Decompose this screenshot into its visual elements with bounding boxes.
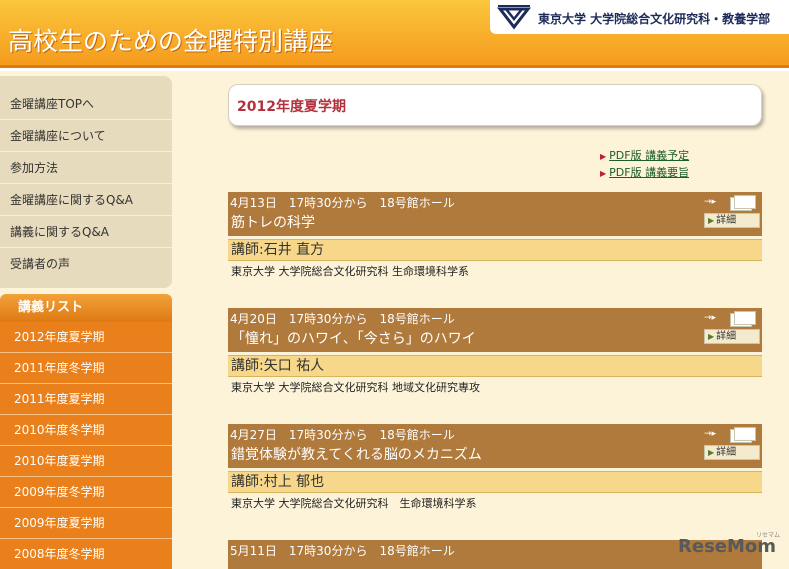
lecture-list: 講義リスト 2012年度夏学期 2011年度冬学期 2011年度夏学期 2010…	[0, 294, 172, 569]
site-header: 高校生のための金曜特別講座 東京大学 大学院総合文化研究科・教養学部	[0, 0, 789, 68]
watermark-subtext: リセマム	[756, 532, 781, 539]
lecture-list-item[interactable]: 2008年度冬学期	[0, 539, 172, 569]
sidebar-item-how-to-join[interactable]: 参加方法	[0, 152, 172, 184]
sidebar-item-top[interactable]: 金曜講座TOPへ	[0, 88, 172, 120]
lecture-instructor: 講師:矢口 祐人	[228, 355, 762, 377]
triangle-bullet-icon: ▶	[708, 448, 715, 457]
lecture-affiliation: 東京大学 大学院総合文化研究科 地域文化研究専攻	[231, 381, 480, 394]
lecture-list-item[interactable]: 2011年度夏学期	[0, 384, 172, 415]
documents-icon	[730, 195, 756, 211]
documents-icon	[730, 311, 756, 327]
lecture-title: 筋トレの科学	[231, 215, 315, 231]
lecture-affiliation: 東京大学 大学院総合文化研究科 生命環境科学系	[231, 265, 469, 278]
lecture-list-title: 講義リスト	[0, 294, 172, 322]
lecture-instructor: 講師:石井 直方	[228, 239, 762, 261]
triangle-bullet-icon: ▶	[600, 152, 607, 161]
pdf-schedule-link[interactable]: ▶ PDF版 講義予定	[600, 148, 689, 165]
detail-button[interactable]: →▸ ▶ 詳細	[704, 311, 760, 345]
detail-label: ▶ 詳細	[704, 213, 760, 228]
arrow-icon: →▸	[704, 197, 717, 207]
watermark-logo: ReseMom	[678, 536, 777, 557]
lecture-list-item[interactable]: 2010年度夏学期	[0, 446, 172, 477]
documents-icon	[730, 427, 756, 443]
main-content: 2012年度夏学期 ▶ PDF版 講義予定 ▶ PDF版 講義要旨 4月13日 17…	[228, 84, 762, 569]
triangle-bullet-icon: ▶	[708, 332, 715, 341]
detail-label: ▶ 詳細	[704, 329, 760, 344]
lecture-card: 4月27日 17時30分から 18号館ホール 錯覚体験が教えてくれる脳のメカニズ…	[228, 424, 762, 515]
term-heading-box: 2012年度夏学期	[228, 84, 762, 126]
lecture-list-item[interactable]: 2009年度冬学期	[0, 477, 172, 508]
lecture-affiliation: 東京大学 大学院総合文化研究科 生命環境科学系	[231, 497, 477, 510]
lecture-date: 4月13日 17時30分から 18号館ホール	[230, 196, 455, 210]
lecture-card: 4月13日 17時30分から 18号館ホール 筋トレの科学 →▸ ▶ 詳細 講師:…	[228, 192, 762, 283]
lecture-list-item[interactable]: 2011年度冬学期	[0, 353, 172, 384]
detail-button[interactable]: →▸ ▶ 詳細	[704, 195, 760, 229]
lecture-title: 錯覚体験が教えてくれる脳のメカニズム	[231, 447, 482, 463]
sidebar-item-about[interactable]: 金曜講座について	[0, 120, 172, 152]
lecture-header: 4月13日 17時30分から 18号館ホール 筋トレの科学 →▸ ▶ 詳細	[228, 192, 762, 236]
sidebar-item-faq-lecture[interactable]: 講義に関するQ&A	[0, 216, 172, 248]
arrow-icon: →▸	[704, 429, 717, 439]
term-title: 2012年度夏学期	[237, 99, 346, 115]
lecture-header: 4月27日 17時30分から 18号館ホール 錯覚体験が教えてくれる脳のメカニズ…	[228, 424, 762, 468]
pdf-summary-link[interactable]: ▶ PDF版 講義要旨	[600, 165, 689, 182]
university-logo-icon	[496, 5, 532, 30]
sidebar: 金曜講座TOPへ 金曜講座について 参加方法 金曜講座に関するQ&A 講義に関す…	[0, 76, 172, 569]
lecture-date: 5月11日 17時30分から 18号館ホール	[230, 544, 455, 558]
triangle-bullet-icon: ▶	[600, 169, 607, 178]
lecture-card: 4月20日 17時30分から 18号館ホール 「憧れ」のハワイ、「今さら」のハワ…	[228, 308, 762, 399]
lecture-list-item[interactable]: 2009年度夏学期	[0, 508, 172, 539]
lecture-list-item[interactable]: 2012年度夏学期	[0, 322, 172, 353]
arrow-icon: →▸	[704, 313, 717, 323]
site-title[interactable]: 高校生のための金曜特別講座	[8, 22, 333, 58]
sidebar-item-faq-friday[interactable]: 金曜講座に関するQ&A	[0, 184, 172, 216]
university-banner[interactable]: 東京大学 大学院総合文化研究科・教養学部	[490, 0, 789, 34]
detail-label: ▶ 詳細	[704, 445, 760, 460]
triangle-bullet-icon: ▶	[708, 216, 715, 225]
lecture-title: 「憧れ」のハワイ、「今さら」のハワイ	[231, 331, 476, 347]
sidebar-nav: 金曜講座TOPへ 金曜講座について 参加方法 金曜講座に関するQ&A 講義に関す…	[0, 76, 172, 288]
lecture-list-item[interactable]: 2010年度冬学期	[0, 415, 172, 446]
detail-button[interactable]: →▸ ▶ 詳細	[704, 427, 760, 461]
pdf-links: ▶ PDF版 講義予定 ▶ PDF版 講義要旨	[600, 148, 689, 182]
lecture-date: 4月20日 17時30分から 18号館ホール	[230, 312, 455, 326]
lecture-header: 4月20日 17時30分から 18号館ホール 「憧れ」のハワイ、「今さら」のハワ…	[228, 308, 762, 352]
sidebar-item-voices[interactable]: 受講者の声	[0, 248, 172, 280]
lecture-date: 4月27日 17時30分から 18号館ホール	[230, 428, 455, 442]
university-name: 東京大学 大学院総合文化研究科・教養学部	[538, 12, 771, 26]
lecture-instructor: 講師:村上 郁也	[228, 471, 762, 493]
